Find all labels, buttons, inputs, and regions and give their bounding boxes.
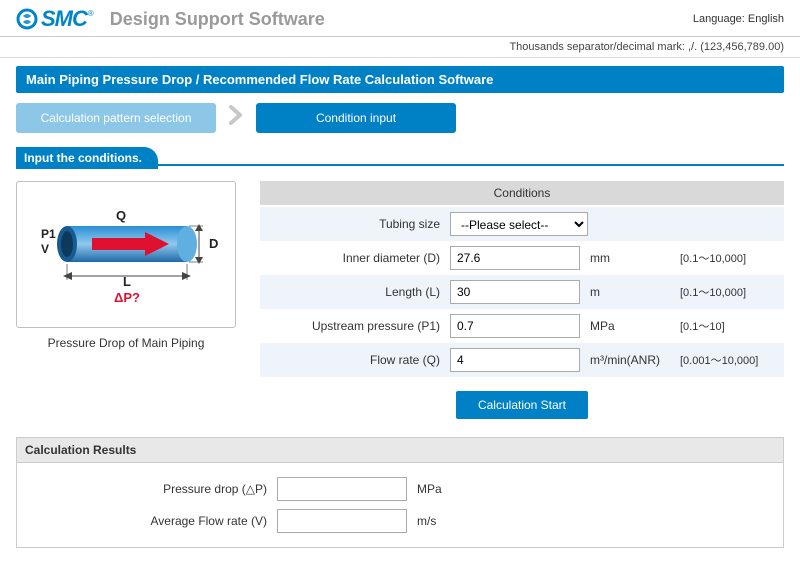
upstream-pressure-unit: MPa <box>580 319 670 333</box>
chevron-right-icon <box>226 105 246 131</box>
inner-diameter-input[interactable] <box>450 246 580 270</box>
diagram-p1-label: P1 <box>41 227 56 241</box>
tubing-size-select[interactable]: --Please select-- <box>450 212 588 236</box>
inner-diameter-label: Inner diameter (D) <box>260 251 450 265</box>
length-unit: m <box>580 285 670 299</box>
step-pattern-selection[interactable]: Calculation pattern selection <box>16 103 216 133</box>
diagram-caption: Pressure Drop of Main Piping <box>16 336 236 350</box>
flow-rate-label: Flow rate (Q) <box>260 353 450 367</box>
length-range: [0.1～10,000] <box>670 284 746 300</box>
upstream-pressure-input[interactable] <box>450 314 580 338</box>
separator-note: Thousands separator/decimal mark: ,/. (1… <box>0 37 800 58</box>
length-input[interactable] <box>450 280 580 304</box>
length-label: Length (L) <box>260 285 450 299</box>
avg-flow-rate-output <box>277 509 407 533</box>
section-label: Input the conditions. <box>16 147 158 169</box>
calculation-start-button[interactable]: Calculation Start <box>456 391 588 419</box>
page-title: Main Piping Pressure Drop / Recommended … <box>16 66 784 93</box>
logo-mark-icon <box>16 7 40 31</box>
diagram-dp-label: ΔP? <box>114 290 140 305</box>
logo: SMC ® <box>16 6 94 32</box>
pipe-diagram: Q P1 V D L ΔP? <box>16 181 236 328</box>
inner-diameter-unit: mm <box>580 251 670 265</box>
app-title: Design Support Software <box>110 9 325 30</box>
logo-text: SMC <box>41 6 87 32</box>
pressure-drop-output <box>277 477 407 501</box>
language-value[interactable]: English <box>748 13 784 25</box>
diagram-q-label: Q <box>116 208 126 223</box>
avg-flow-rate-unit: m/s <box>407 514 436 528</box>
flow-rate-input[interactable] <box>450 348 580 372</box>
flow-rate-unit: m³/min(ANR) <box>580 353 670 367</box>
upstream-pressure-label: Upstream pressure (P1) <box>260 319 450 333</box>
diagram-d-label: D <box>209 236 218 251</box>
step-condition-input[interactable]: Condition input <box>256 103 456 133</box>
results-title: Calculation Results <box>16 437 784 463</box>
pressure-drop-unit: MPa <box>407 482 442 496</box>
diagram-l-label: L <box>123 274 131 289</box>
avg-flow-rate-label: Average Flow rate (V) <box>17 514 277 528</box>
diagram-v-label: V <box>41 242 49 256</box>
language-label: Language: <box>693 13 745 25</box>
pressure-drop-label: Pressure drop (△P) <box>17 482 277 496</box>
upstream-pressure-range: [0.1～10] <box>670 318 725 334</box>
tubing-size-label: Tubing size <box>260 217 450 231</box>
flow-rate-range: [0.001～10,000] <box>670 352 758 368</box>
conditions-header: Conditions <box>260 181 784 205</box>
section-divider <box>158 164 784 166</box>
inner-diameter-range: [0.1～10,000] <box>670 250 746 266</box>
